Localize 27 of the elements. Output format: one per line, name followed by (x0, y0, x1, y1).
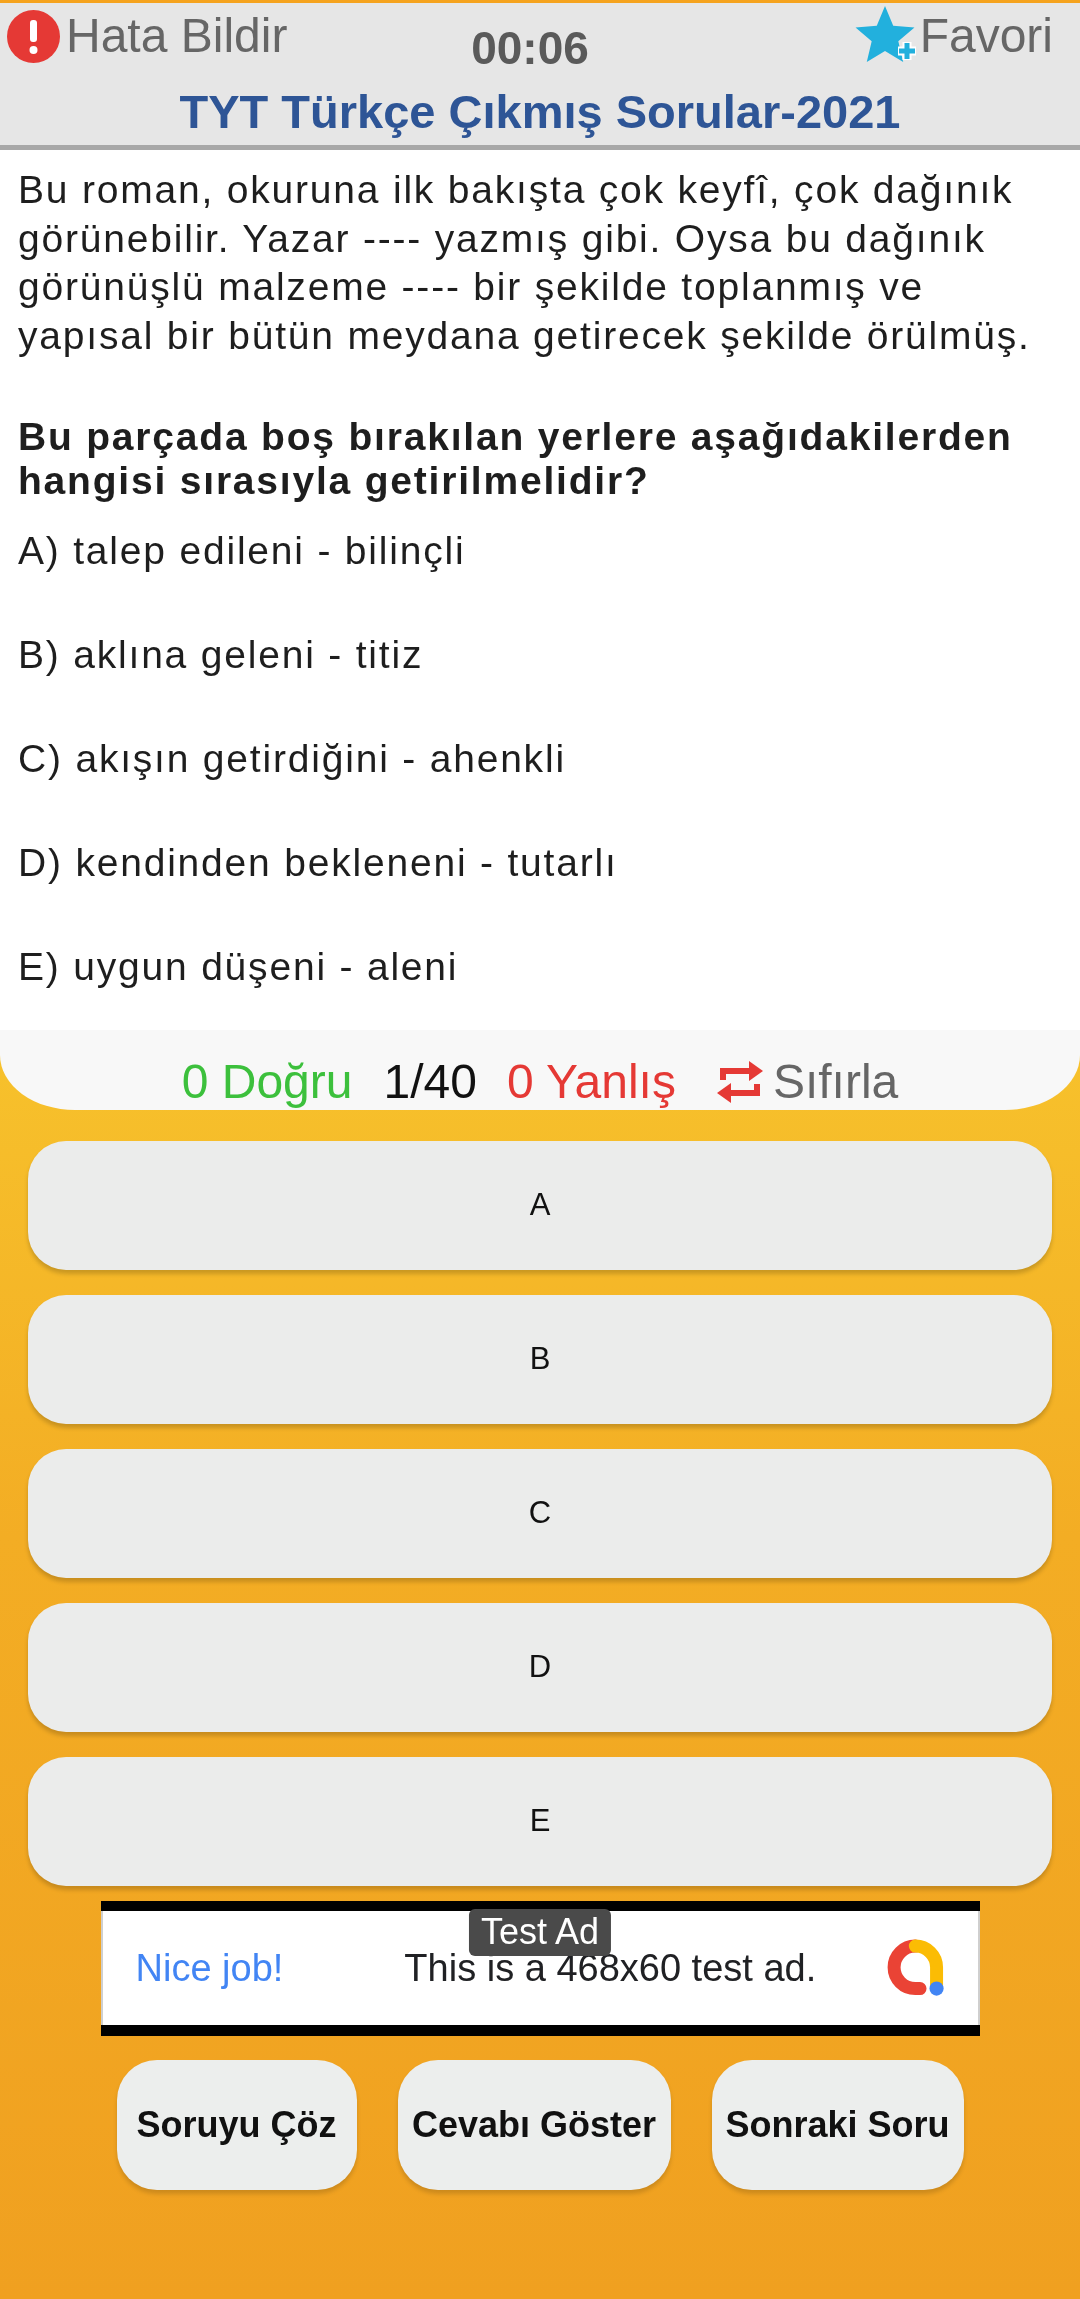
wrong-count: 0 Yanlış (506, 1058, 676, 1106)
answer-option: A) talep edileni - bilinçli (18, 527, 1062, 575)
answer-button[interactable]: E (28, 1757, 1052, 1886)
answer-option: D) kendinden bekleneni - tutarlı (18, 839, 1062, 887)
answer-button[interactable]: C (28, 1449, 1052, 1578)
answer-option: C) akışın getirdiğini - ahenkli (18, 735, 1062, 783)
repeat-icon (715, 1058, 764, 1106)
ad-banner[interactable]: Nice job! This is a 468x60 test ad. Test Ad (100, 1901, 980, 2036)
timer: 00:06 (471, 25, 589, 76)
ad-headline: Nice job! (135, 1949, 284, 1987)
question-passage: Bu roman, okuruna ilk bakışta çok keyfî, çok dağınık görünebilir. Yazar ---- yazmış gibi. Oysa bu dağınık görünüşlü malzeme ---- bir şekilde toplanmış ve yapısal bir bütün meydana getirecek şekilde örülmüş. (18, 167, 1032, 359)
answer-option: B) aklına geleni - titiz (18, 631, 1062, 679)
correct-count: 0 Doğru (181, 1058, 353, 1106)
show-answer-button[interactable]: Cevabı Göster (397, 2060, 671, 2190)
favorite-button[interactable]: Favori (853, 3, 1053, 69)
answer-option: E) uygun düşeni - aleni (18, 943, 1062, 991)
question-counter: 1/40 (383, 1058, 477, 1106)
error-icon (7, 9, 60, 63)
next-question-button[interactable]: Sonraki Soru (711, 2060, 964, 2190)
solve-question-button[interactable]: Soruyu Çöz (116, 2060, 357, 2190)
answer-button[interactable]: D (28, 1603, 1052, 1732)
reset-button[interactable]: Sıfırla (715, 1058, 899, 1106)
answer-button[interactable]: B (28, 1295, 1052, 1424)
answer-button[interactable]: A (28, 1141, 1052, 1270)
logo-icon (886, 1938, 946, 1998)
report-error-button[interactable]: Hata Bildir (7, 3, 472, 69)
question-prompt: Bu parçada boş bırakılan yerlere aşağıdakilerden hangisi sırasıyla getirilmelidir? (18, 415, 1014, 503)
